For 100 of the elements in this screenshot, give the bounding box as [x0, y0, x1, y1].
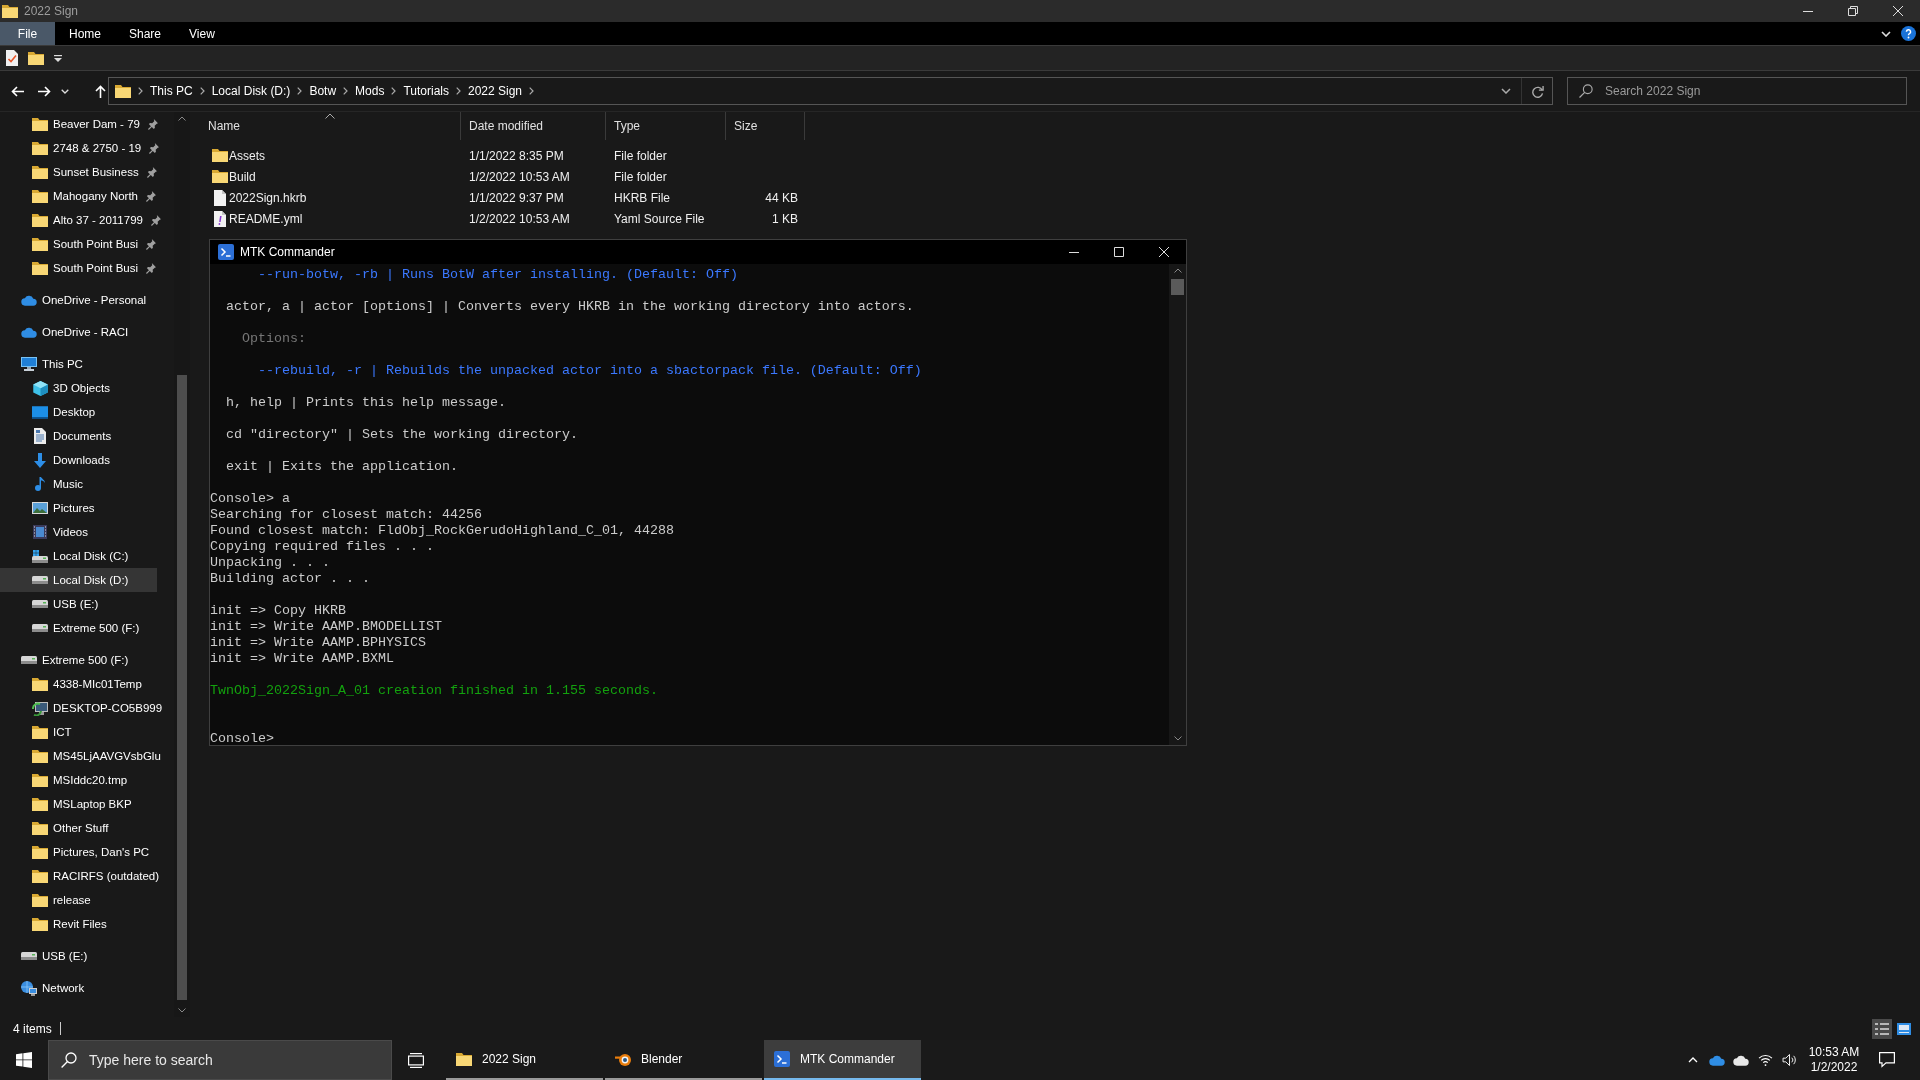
close-icon[interactable]	[1892, 6, 1903, 16]
taskbar-button[interactable]: Blender	[605, 1040, 762, 1080]
terminal-icon	[774, 1051, 790, 1067]
breadcrumb-item[interactable]: 2022 Sign	[468, 84, 523, 98]
properties-icon[interactable]	[6, 50, 18, 66]
caret-down-icon[interactable]	[1173, 736, 1182, 741]
taskbar-button[interactable]: MTK Commander	[764, 1040, 921, 1080]
sidebar-item[interactable]: 4338-MIc01Temp	[32, 672, 145, 696]
sidebar-item[interactable]: MSIddc20.tmp	[32, 768, 131, 792]
breadcrumb-item[interactable]: This PC	[150, 84, 193, 98]
close-icon[interactable]	[1158, 247, 1169, 257]
sidebar-item[interactable]: Alto 37 - 2011799	[32, 208, 164, 232]
back-arrow-icon[interactable]	[11, 85, 24, 97]
column-header[interactable]: Name	[200, 112, 461, 140]
sidebar-item[interactable]: Beaver Dam - 79	[32, 112, 161, 136]
file-name[interactable]: 2022Sign.hkrb	[229, 190, 307, 205]
sidebar-item[interactable]: Desktop	[32, 400, 99, 424]
sidebar-item[interactable]: release	[32, 888, 94, 912]
breadcrumb-item[interactable]: Local Disk (D:)	[211, 84, 291, 98]
scrollbar-thumb[interactable]	[1171, 279, 1184, 295]
chevron-right-icon[interactable]	[199, 87, 205, 95]
column-header[interactable]: Size	[726, 112, 805, 140]
ribbon-tab[interactable]: View	[175, 22, 229, 45]
sidebar-item[interactable]: USB (E:)	[21, 944, 91, 968]
sidebar-item[interactable]: Local Disk (D:)	[0, 568, 157, 592]
search-field[interactable]: Type here to search	[48, 1040, 392, 1080]
sidebar-item[interactable]: Videos	[32, 520, 91, 544]
sidebar-item[interactable]: ICT	[32, 720, 75, 744]
chevron-right-icon[interactable]	[529, 87, 535, 95]
chevron-down-icon[interactable]	[1501, 88, 1511, 94]
chevron-right-icon[interactable]	[297, 87, 303, 95]
windows-logo-icon[interactable]	[16, 1052, 32, 1068]
forward-arrow-icon[interactable]	[38, 85, 51, 97]
sidebar-item[interactable]: OneDrive - Personal	[21, 288, 150, 312]
restore-icon[interactable]	[1847, 6, 1858, 16]
drive-icon	[32, 624, 48, 632]
sidebar-item[interactable]: Network	[21, 976, 88, 1000]
caret-up-icon[interactable]	[178, 116, 186, 121]
file-name[interactable]: Assets	[229, 148, 265, 163]
sidebar-item[interactable]: MS45LjAAVGVsbGlu	[32, 744, 164, 768]
sidebar-item[interactable]: Documents	[32, 424, 115, 448]
sidebar-item[interactable]: DESKTOP-CO5B999	[32, 696, 166, 720]
sidebar-item[interactable]: 3D Objects	[32, 376, 113, 400]
minimize-icon[interactable]	[1802, 10, 1813, 12]
wifi-icon[interactable]	[1757, 1054, 1773, 1066]
task-view-icon[interactable]	[408, 1052, 424, 1068]
sidebar-item[interactable]: Local Disk (C:)	[32, 544, 132, 568]
file-name[interactable]: Build	[229, 169, 256, 184]
sidebar-item[interactable]: Music	[32, 472, 87, 496]
message-icon[interactable]	[1879, 1052, 1895, 1068]
refresh-icon[interactable]	[1530, 84, 1544, 98]
chevron-right-icon[interactable]	[343, 87, 349, 95]
caret-up-icon[interactable]	[1173, 268, 1182, 273]
chevron-right-icon[interactable]	[391, 87, 397, 95]
view-button[interactable]	[1872, 1018, 1892, 1039]
maximize-icon[interactable]	[1113, 247, 1124, 257]
ribbon-tab[interactable]: Home	[55, 22, 115, 45]
scrollbar-thumb[interactable]	[177, 375, 187, 1000]
folder-icon[interactable]	[28, 51, 44, 65]
sidebar-item[interactable]: Extreme 500 (F:)	[32, 616, 143, 640]
sidebar-item[interactable]: This PC	[21, 352, 86, 376]
sidebar-item[interactable]: OneDrive - RACI	[21, 320, 132, 344]
modified-date: 1/1/2022 8:35 PM	[469, 148, 564, 163]
sidebar-item[interactable]: 2748 & 2750 - 19	[32, 136, 163, 160]
sidebar-item[interactable]: South Point Busi	[32, 256, 160, 280]
sidebar-item[interactable]: Other Stuff	[32, 816, 112, 840]
sidebar-item[interactable]: RACIRFS (outdated)	[32, 864, 163, 888]
sidebar-item[interactable]: Extreme 500 (F:)	[21, 648, 132, 672]
sidebar-item[interactable]: Pictures, Dan's PC	[32, 840, 153, 864]
sidebar-item[interactable]: Downloads	[32, 448, 113, 472]
window-title: MTK Commander	[240, 245, 335, 259]
sidebar-item[interactable]: USB (E:)	[32, 592, 102, 616]
cloud-icon[interactable]	[1733, 1054, 1749, 1066]
taskbar-button[interactable]: 2022 Sign	[446, 1040, 603, 1080]
dropdown-icon[interactable]	[54, 54, 62, 62]
sidebar-item[interactable]: Pictures	[32, 496, 98, 520]
minimize-icon[interactable]	[1068, 251, 1079, 253]
chevron-right-icon[interactable]	[456, 87, 461, 95]
breadcrumb-item[interactable]: Botw	[309, 84, 337, 98]
sidebar-item[interactable]: Mahogany North	[32, 184, 160, 208]
sidebar-item[interactable]: South Point Busi	[32, 232, 160, 256]
breadcrumb-item[interactable]: Tutorials	[403, 84, 449, 98]
sidebar-item[interactable]: Revit Files	[32, 912, 110, 936]
column-header[interactable]: Type	[606, 112, 726, 140]
sidebar-item[interactable]: Sunset Business	[32, 160, 160, 184]
search-field[interactable]: Search 2022 Sign	[1567, 77, 1907, 105]
ribbon-tab[interactable]: File	[0, 22, 55, 45]
up-arrow-icon[interactable]	[95, 84, 106, 98]
chevron-right-icon[interactable]	[138, 87, 143, 95]
sidebar-item[interactable]: MSLaptop BKP	[32, 792, 135, 816]
scrollbar[interactable]	[1169, 264, 1186, 745]
ribbon-tab[interactable]: Share	[115, 22, 176, 45]
chevron-up-icon[interactable]	[1688, 1057, 1698, 1063]
address-bar[interactable]: This PC Local Disk (D:) Botw Mods Tutorials 2022 Sign	[108, 77, 1553, 105]
caret-down-icon[interactable]	[178, 1008, 186, 1013]
breadcrumb-item[interactable]: Mods	[355, 84, 385, 98]
column-header[interactable]: Date modified	[461, 112, 606, 140]
speaker-icon[interactable]	[1781, 1054, 1797, 1066]
help-icon[interactable]	[1901, 26, 1916, 41]
file-name[interactable]: README.yml	[229, 211, 303, 226]
